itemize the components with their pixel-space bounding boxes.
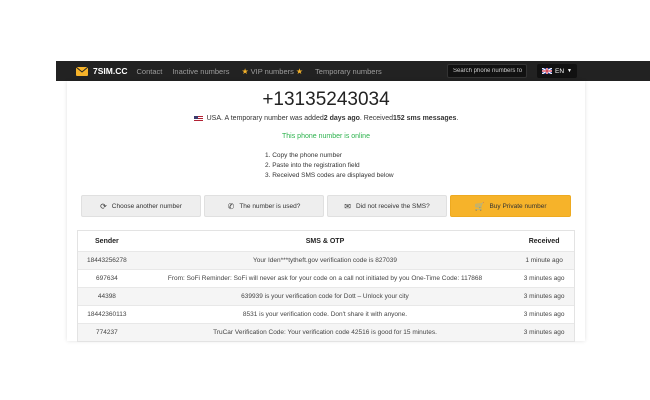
message-cell: 8531 is your verification code. Don't sh… <box>242 311 408 318</box>
instructions-list: 1. Copy the phone number 2. Paste into t… <box>265 151 394 181</box>
info-text: . Received <box>359 115 393 122</box>
brand-link[interactable]: 7SIM.CC <box>76 66 127 76</box>
star-icon: ★ <box>295 66 304 76</box>
received-cell: 3 minutes ago <box>523 293 565 300</box>
nav-contact-link[interactable]: Contact <box>136 67 162 76</box>
sender-cell: 18442360113 <box>87 311 127 318</box>
instruction-step: 1. Copy the phone number <box>265 152 342 159</box>
button-label: Buy Private number <box>489 202 547 210</box>
sms-table: Sender SMS & OTP Received 18443256278 Yo… <box>77 230 575 342</box>
language-dropdown[interactable]: EN ▼ <box>537 64 577 78</box>
button-label: The number is used? <box>239 202 301 210</box>
choose-another-number-button[interactable]: ⟳ Choose another number <box>81 195 201 217</box>
brand-name: 7SIM.CC <box>93 66 128 76</box>
uk-flag-icon <box>542 68 552 74</box>
received-cell: 3 minutes ago <box>523 275 565 282</box>
top-navbar: 7SIM.CC Contact Inactive numbers ★ VIP n… <box>56 61 650 81</box>
instruction-step: 2. Paste into the registration field <box>265 162 360 169</box>
message-cell: From: SoFi Reminder: SoFi will never ask… <box>167 275 483 282</box>
sender-cell: 774237 <box>96 329 118 336</box>
message-cell: Your Iden***tytheft.gov verification cod… <box>253 257 397 264</box>
envelope-icon <box>76 66 88 76</box>
table-row: 18442360113 8531 is your verification co… <box>78 305 574 323</box>
phone-slash-icon: ✆ <box>227 201 235 211</box>
instruction-step: 3. Received SMS codes are displayed belo… <box>265 172 394 179</box>
nav-vip-label: VIP numbers <box>250 66 294 76</box>
number-info: USA. A temporary number was added 2 days… <box>67 115 585 122</box>
sender-cell: 697634 <box>96 275 118 282</box>
header-sender: Sender <box>95 237 119 245</box>
country-name: USA <box>206 115 221 122</box>
table-row: 18443256278 Your Iden***tytheft.gov veri… <box>78 251 574 269</box>
search-input[interactable] <box>447 64 527 78</box>
sms-not-received-button[interactable]: ✉ Did not receive the SMS? <box>327 195 447 217</box>
sender-cell: 18443256278 <box>87 257 127 264</box>
nav-vip-link[interactable]: ★ VIP numbers ★ <box>239 67 305 76</box>
language-label: EN <box>555 67 565 75</box>
received-cell: 3 minutes ago <box>523 329 565 336</box>
online-status: This phone number is online <box>282 133 370 140</box>
us-flag-icon <box>193 115 203 122</box>
number-card: +13135243034 USA. A temporary number was… <box>67 81 585 342</box>
chevron-down-icon: ▼ <box>567 68 572 74</box>
buy-private-number-button[interactable]: 🛒 Buy Private number <box>450 195 571 217</box>
envelope-slash-icon: ✉ <box>344 201 351 211</box>
received-cell: 1 minute ago <box>525 257 563 264</box>
number-used-button[interactable]: ✆ The number is used? <box>204 195 324 217</box>
table-row: 774237 TruCar Verification Code: Your ve… <box>78 323 574 341</box>
sms-count: 152 sms messages <box>393 115 457 122</box>
phone-number[interactable]: +13135243034 <box>67 89 585 111</box>
sender-cell: 44398 <box>97 293 116 300</box>
info-text: . A temporary number was added <box>221 115 324 122</box>
table-row: 44398 639939 is your verification code f… <box>78 287 574 305</box>
refresh-icon: ⟳ <box>100 201 107 211</box>
table-header-row: Sender SMS & OTP Received <box>78 231 574 251</box>
table-row: 697634 From: SoFi Reminder: SoFi will ne… <box>78 269 574 287</box>
cart-icon: 🛒 <box>474 201 485 211</box>
button-label: Choose another number <box>111 202 182 210</box>
nav-inactive-link[interactable]: Inactive numbers <box>172 67 229 76</box>
header-received: Received <box>528 237 560 245</box>
message-cell: TruCar Verification Code: Your verificat… <box>213 329 437 336</box>
header-sms: SMS & OTP <box>305 237 345 245</box>
message-cell: 639939 is your verification code for Dot… <box>241 293 409 300</box>
received-cell: 3 minutes ago <box>523 311 565 318</box>
nav-temporary-link[interactable]: Temporary numbers <box>315 67 382 76</box>
star-icon: ★ <box>241 66 249 76</box>
info-text: . <box>456 115 459 122</box>
button-label: Did not receive the SMS? <box>356 202 430 210</box>
added-time: 2 days ago <box>323 115 360 122</box>
